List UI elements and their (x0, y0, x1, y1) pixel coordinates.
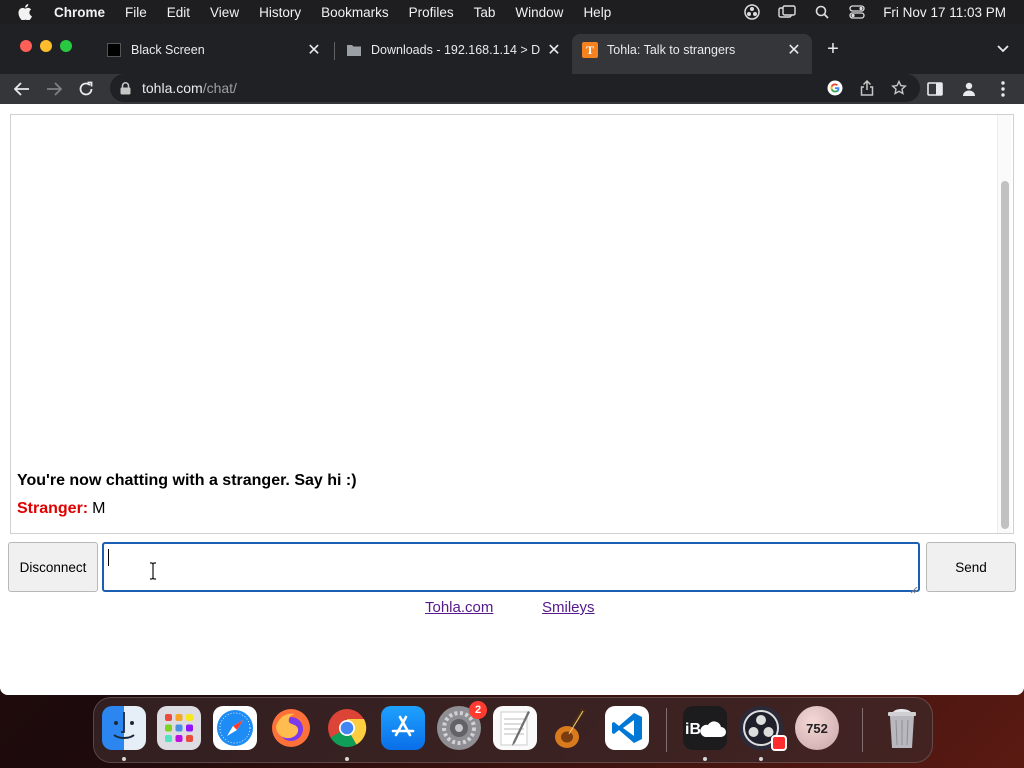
minimize-window-button[interactable] (40, 40, 52, 52)
menu-window[interactable]: Window (515, 5, 563, 20)
apple-menu-icon[interactable] (18, 4, 34, 20)
textedit-icon[interactable] (493, 706, 537, 750)
tab-title: Tohla: Talk to strangers (607, 43, 736, 57)
menu-tab[interactable]: Tab (474, 5, 496, 20)
tab-downloads[interactable]: Downloads - 192.168.1.14 > Do ✕ (336, 34, 572, 66)
chat-log[interactable]: You're now chatting with a stranger. Say… (10, 114, 1014, 534)
new-tab-icon[interactable]: + (824, 38, 842, 60)
obs-status-icon[interactable] (743, 3, 761, 21)
address-bar[interactable]: tohla.com/chat/ (110, 74, 920, 102)
google-lens-icon[interactable] (826, 79, 844, 97)
browser-window: Black Screen ✕ Downloads - 192.168.1.14 … (0, 24, 1024, 695)
running-indicator (345, 757, 349, 761)
reload-icon[interactable] (75, 78, 97, 100)
counter-value: 752 (806, 720, 828, 736)
folder-favicon-icon (346, 42, 362, 58)
black-square-favicon-icon (106, 42, 122, 58)
profile-avatar-icon[interactable] (960, 78, 978, 100)
menu-app-name[interactable]: Chrome (54, 5, 105, 20)
browser-toolbar: tohla.com/chat/ (0, 74, 1024, 104)
dock-separator (862, 708, 863, 752)
back-arrow-icon[interactable] (11, 78, 33, 100)
menu-profiles[interactable]: Profiles (409, 5, 454, 20)
trash-icon[interactable] (880, 706, 924, 750)
macos-dock: 2 iB 752 (93, 697, 933, 763)
dock-separator (666, 708, 667, 752)
share-icon[interactable] (858, 79, 876, 97)
running-indicator (703, 757, 707, 761)
menu-view[interactable]: View (210, 5, 239, 20)
finder-icon[interactable] (102, 706, 146, 750)
chrome-menu-kebab-icon[interactable] (994, 78, 1012, 100)
tab-title: Downloads - 192.168.1.14 > Do (371, 43, 540, 57)
side-panel-icon[interactable] (926, 78, 944, 100)
omnibox-actions (826, 79, 908, 97)
menu-history[interactable]: History (259, 5, 301, 20)
menubar-clock[interactable]: Fri Nov 17 11:03 PM (883, 5, 1006, 20)
close-tab-icon[interactable]: ✕ (306, 42, 322, 59)
tohla-home-link[interactable]: Tohla.com (425, 599, 493, 616)
vscode-icon[interactable] (605, 706, 649, 750)
safari-icon[interactable] (213, 706, 257, 750)
close-tab-icon[interactable]: ✕ (546, 42, 562, 59)
lock-icon[interactable] (120, 81, 134, 95)
maximize-window-button[interactable] (60, 40, 72, 52)
screen-mirroring-icon[interactable] (778, 3, 796, 21)
text-caret (108, 549, 109, 566)
menu-bookmarks[interactable]: Bookmarks (321, 5, 389, 20)
close-window-button[interactable] (20, 40, 32, 52)
tab-divider (334, 42, 335, 60)
control-center-icon[interactable] (848, 3, 866, 21)
bookmark-star-icon[interactable] (890, 79, 908, 97)
chat-message: Stranger: M (17, 500, 105, 518)
notification-badge: 2 (469, 701, 487, 719)
tab-tohla-active[interactable]: T Tohla: Talk to strangers ✕ (572, 34, 812, 74)
url-host: tohla.com (142, 80, 203, 96)
launchpad-icon[interactable] (157, 706, 201, 750)
icloud-icon[interactable]: iB (683, 706, 727, 750)
scrollbar-thumb[interactable] (1001, 181, 1009, 529)
smileys-link[interactable]: Smileys (542, 599, 595, 616)
message-input[interactable] (102, 542, 920, 592)
counter-icon[interactable]: 752 (795, 706, 839, 750)
garageband-icon[interactable] (549, 706, 593, 750)
menu-help[interactable]: Help (583, 5, 611, 20)
recording-indicator-icon (771, 735, 787, 751)
tohla-favicon-icon: T (582, 42, 598, 58)
svg-text:iB: iB (685, 721, 701, 738)
menubar-status-area: Fri Nov 17 11:03 PM (743, 0, 1006, 24)
chat-scrollbar[interactable] (997, 115, 1011, 533)
running-indicator (759, 757, 763, 761)
spotlight-search-icon[interactable] (813, 3, 831, 21)
ibeam-cursor-icon (148, 562, 158, 580)
textarea-resize-grip-icon[interactable] (908, 581, 918, 594)
message-sender: Stranger: (17, 500, 89, 517)
message-text: M (92, 500, 106, 517)
running-indicator (122, 757, 126, 761)
tab-search-chevron-icon[interactable] (996, 42, 1010, 56)
window-controls (20, 40, 72, 52)
chrome-icon[interactable] (325, 706, 369, 750)
menu-edit[interactable]: Edit (167, 5, 190, 20)
forward-arrow-icon[interactable] (43, 78, 65, 100)
tab-black-screen[interactable]: Black Screen ✕ (96, 34, 332, 66)
menu-file[interactable]: File (125, 5, 147, 20)
tab-strip: Black Screen ✕ Downloads - 192.168.1.14 … (0, 24, 1024, 74)
macos-menu-bar: Chrome File Edit View History Bookmarks … (0, 0, 1024, 24)
close-tab-icon[interactable]: ✕ (786, 42, 802, 59)
app-store-icon[interactable] (381, 706, 425, 750)
url-path: /chat/ (202, 80, 237, 96)
chat-status-message: You're now chatting with a stranger. Say… (17, 472, 357, 489)
firefox-icon[interactable] (269, 706, 313, 750)
disconnect-button[interactable]: Disconnect (8, 542, 98, 592)
send-button[interactable]: Send (926, 542, 1016, 592)
tab-title: Black Screen (131, 43, 205, 57)
toolbar-actions (926, 78, 1012, 100)
page-content: You're now chatting with a stranger. Say… (0, 104, 1024, 695)
